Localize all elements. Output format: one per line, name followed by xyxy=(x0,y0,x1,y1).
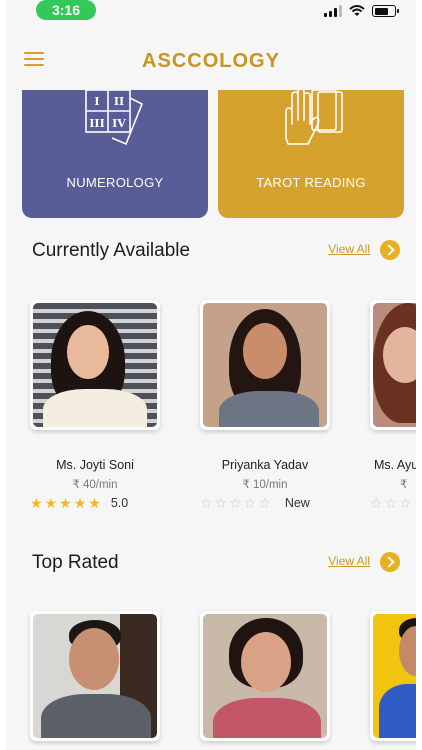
astrologer-name: Ms. Joyti Soni xyxy=(56,458,134,472)
app-brand-title: ASCCOLOGY xyxy=(142,50,280,72)
avatar xyxy=(200,611,330,741)
star-outline-icon: ☆ xyxy=(258,495,271,511)
astrologer-card[interactable]: Ms. Ayu ₹ ☆ ☆ ☆ xyxy=(370,300,416,512)
rating-score: New xyxy=(284,496,310,510)
battery-icon xyxy=(372,5,399,17)
grid-numeral-1: I xyxy=(94,95,99,108)
numerology-label: NUMEROLOGY xyxy=(66,175,164,190)
star-icon: ★ xyxy=(88,495,101,511)
chevron-right-icon[interactable] xyxy=(380,552,400,572)
top-rated-header: Top Rated View All xyxy=(6,548,416,578)
astrologer-price: ₹ 40/min xyxy=(72,479,118,491)
grid-numeral-3: III xyxy=(89,117,104,130)
status-bar: 3:16 xyxy=(6,0,416,26)
avatar xyxy=(370,300,416,430)
star-outline-icon: ☆ xyxy=(384,495,398,511)
status-icons xyxy=(324,4,399,18)
astrologer-price: ₹ 10/min xyxy=(242,479,288,491)
star-outline-icon: ☆ xyxy=(243,495,257,511)
section-title: Top Rated xyxy=(32,552,119,573)
astrologer-name: Ms. Ayu xyxy=(374,458,416,472)
tarot-reading-tile[interactable]: TAROT READING xyxy=(218,90,404,218)
star-icon: ★ xyxy=(44,495,58,511)
star-icon: ★ xyxy=(73,495,87,511)
astrologer-card[interactable] xyxy=(30,611,160,741)
tarot-reading-label: TAROT READING xyxy=(256,175,366,190)
star-outline-icon: ☆ xyxy=(200,495,213,511)
avatar xyxy=(200,300,330,430)
view-all-link[interactable]: View All xyxy=(328,554,370,568)
star-rating: ☆ ☆ ☆ ☆ ☆ New xyxy=(200,494,330,512)
star-outline-icon: ☆ xyxy=(214,495,228,511)
star-rating: ★ ★ ★ ★ ★ 5.0 xyxy=(30,494,160,512)
rating-score: 5.0 xyxy=(110,496,129,510)
astrologer-card[interactable] xyxy=(200,611,330,741)
app-screen: 3:16 ASCCOLOGY I II III IV NUMEROLOGY TA… xyxy=(6,0,416,750)
astrologer-price: ₹ xyxy=(400,479,408,491)
star-outline-icon: ☆ xyxy=(399,495,412,511)
signal-icon xyxy=(324,5,342,17)
avatar xyxy=(30,611,160,741)
astrologer-card[interactable]: Priyanka Yadav ₹ 10/min ☆ ☆ ☆ ☆ ☆ New xyxy=(200,300,330,512)
avatar xyxy=(30,300,160,430)
star-outline-icon: ☆ xyxy=(229,495,242,511)
app-header: ASCCOLOGY xyxy=(6,26,416,90)
section-title: Currently Available xyxy=(32,240,191,261)
grid-numeral-2: II xyxy=(114,95,124,108)
chevron-right-icon[interactable] xyxy=(380,240,400,260)
star-outline-icon: ☆ xyxy=(370,495,383,511)
astrologer-card[interactable]: Ms. Joyti Soni ₹ 40/min ★ ★ ★ ★ ★ 5.0 xyxy=(30,300,160,512)
astrologer-card[interactable] xyxy=(370,611,416,741)
avatar xyxy=(370,611,416,741)
numerology-grid-icon: I II III IV xyxy=(85,90,144,146)
wifi-icon xyxy=(349,5,365,16)
currently-available-header: Currently Available View All xyxy=(6,236,416,266)
view-all-link[interactable]: View All xyxy=(328,242,370,256)
star-icon: ★ xyxy=(59,495,72,511)
star-icon: ★ xyxy=(30,495,43,511)
numerology-tile[interactable]: I II III IV NUMEROLOGY xyxy=(22,90,208,218)
star-rating: ☆ ☆ ☆ xyxy=(370,494,416,512)
grid-numeral-4: IV xyxy=(112,117,126,130)
astrologer-name: Priyanka Yadav xyxy=(221,458,309,472)
status-time: 3:16 xyxy=(36,0,96,20)
tarot-hand-icon xyxy=(285,90,343,145)
